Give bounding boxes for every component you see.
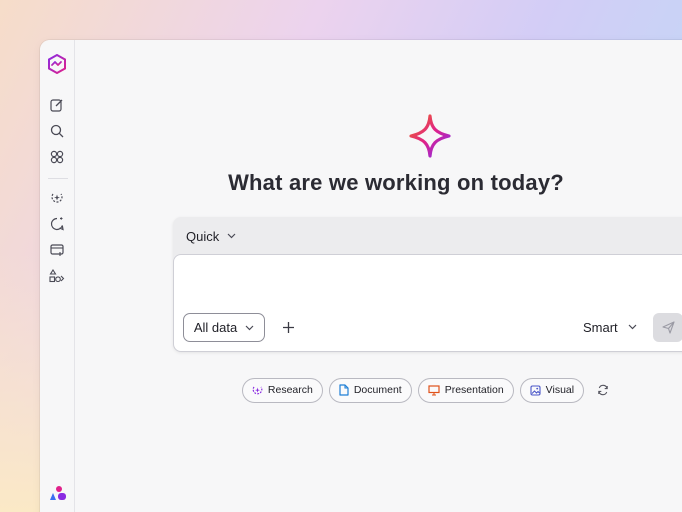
mode-label: Quick	[186, 228, 220, 244]
app-window: What are we working on today? Quick All …	[40, 40, 682, 512]
add-attachment-button[interactable]	[278, 317, 298, 337]
chevron-down-icon	[245, 325, 254, 330]
research-icon	[252, 386, 263, 394]
prompt-card: All data Smart	[173, 254, 682, 352]
plus-icon	[282, 321, 294, 333]
logo-icon[interactable]	[47, 54, 67, 74]
main-content: What are we working on today? Quick All …	[75, 40, 682, 512]
sparkle-icon	[408, 113, 452, 159]
page-headline: What are we working on today?	[228, 170, 564, 195]
suggestion-chips: Research Document Presentation Visual	[167, 373, 682, 407]
chip-document[interactable]: Document	[328, 377, 412, 403]
composer: Quick All data Smart	[173, 217, 682, 352]
avatar[interactable]	[48, 484, 68, 502]
chevron-down-icon	[628, 324, 637, 330]
chevron-down-icon	[227, 233, 236, 239]
presentation-icon	[428, 384, 440, 396]
image-icon	[530, 384, 541, 396]
chip-research[interactable]: Research	[241, 377, 323, 403]
model-label: Smart	[583, 319, 618, 335]
chip-label: Document	[353, 384, 402, 396]
sidebar	[40, 40, 75, 512]
workspace-add-icon[interactable]	[47, 240, 67, 260]
chip-label: Research	[267, 384, 313, 396]
data-scope-dropdown[interactable]: All data	[183, 313, 265, 342]
chip-visual[interactable]: Visual	[519, 377, 585, 403]
search-icon[interactable]	[47, 121, 67, 141]
agents-icon[interactable]	[47, 147, 67, 167]
chip-label: Visual	[545, 384, 575, 396]
refresh-suggestions-button[interactable]	[594, 381, 612, 399]
send-icon	[661, 321, 675, 334]
chip-presentation[interactable]: Presentation	[417, 377, 514, 403]
data-scope-label: All data	[193, 320, 238, 335]
new-chat-icon[interactable]	[47, 95, 67, 115]
sidebar-divider	[48, 178, 68, 179]
apps-icon[interactable]	[47, 266, 67, 286]
prompt-input[interactable]	[186, 263, 679, 303]
model-dropdown[interactable]: Smart	[583, 317, 637, 337]
chip-label: Presentation	[444, 384, 504, 396]
send-button[interactable]	[653, 313, 682, 342]
research-icon[interactable]	[47, 188, 67, 208]
refresh-icon	[598, 384, 608, 396]
document-icon	[339, 384, 349, 396]
mode-dropdown[interactable]: Quick	[186, 227, 236, 245]
chat-history-icon[interactable]	[47, 214, 67, 234]
